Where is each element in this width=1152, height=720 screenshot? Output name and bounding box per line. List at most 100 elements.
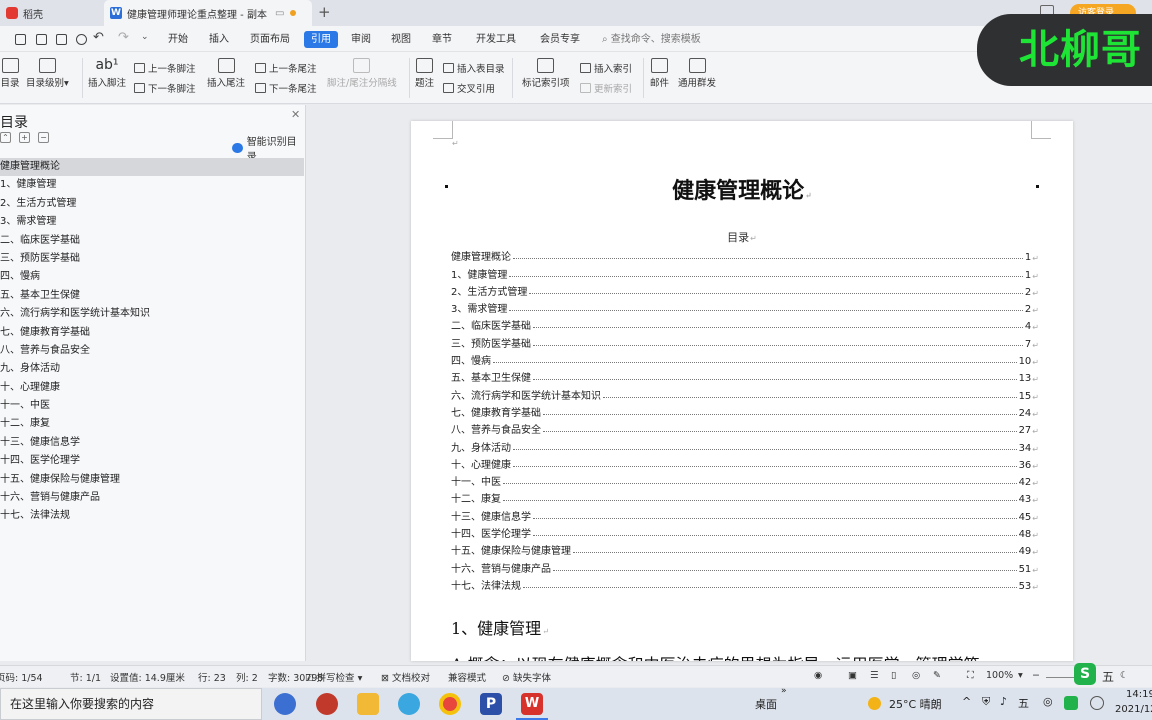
tab-review[interactable]: 审阅 (351, 31, 371, 48)
nav-item[interactable]: 十一、中医 (0, 397, 304, 415)
toc-entry[interactable]: 八、营养与食品安全 27 ↵ (451, 419, 1039, 436)
security-shield-icon[interactable]: ⛨ (982, 695, 990, 709)
missing-font-button[interactable]: ⊘ 缺失字体 (502, 670, 551, 684)
document-title[interactable]: 健康管理概论↵ (411, 173, 1073, 205)
mail-merge-button[interactable]: 通用群发 (678, 58, 716, 89)
command-search[interactable]: ⌕ 查找命令、搜索模板 (602, 31, 701, 48)
weather-text[interactable]: 25°C 晴朗 (889, 696, 942, 712)
zoom-level[interactable]: 100% (986, 670, 1013, 681)
new-tab-icon[interactable]: + (318, 3, 331, 21)
zoom-out-icon[interactable]: − (1032, 670, 1040, 681)
next-footnote-button[interactable]: 下一条脚注 (134, 81, 196, 95)
heading-1[interactable]: 1、健康管理↵ (451, 615, 549, 639)
nav-item[interactable]: 1、健康管理 (0, 176, 304, 194)
update-index-button[interactable]: 更新索引 (580, 81, 632, 95)
nav-item[interactable]: 二、临床医学基础 (0, 232, 304, 250)
print-icon[interactable] (56, 34, 67, 45)
write-mode-icon[interactable]: ✎ (933, 670, 941, 681)
nav-item[interactable]: 十二、康复 (0, 415, 304, 433)
clock-date[interactable]: 2021/12 (1115, 704, 1152, 715)
chrome-icon[interactable] (439, 693, 461, 715)
toc-entry[interactable]: 十五、健康保险与健康管理 49 ↵ (451, 540, 1039, 557)
tab-docer[interactable]: 稻壳 (0, 0, 102, 26)
browser-app-icon[interactable] (398, 693, 420, 715)
toc-entry[interactable]: 十三、健康信息学 45 ↵ (451, 505, 1039, 523)
fit-page-icon[interactable]: ⛶ (967, 670, 974, 681)
screen-icon[interactable]: ▭ (275, 8, 284, 19)
nav-item[interactable]: 八、营养与食品安全 (0, 342, 304, 360)
insert-table-of-figures-button[interactable]: 插入表目录 (443, 61, 505, 75)
toc-heading[interactable]: 目录↵ (411, 229, 1073, 245)
toc-entry[interactable]: 十、心理健康 36 ↵ (451, 454, 1039, 471)
nav-item[interactable]: 十七、法律法规 (0, 507, 304, 525)
nav-item[interactable]: 健康管理概论 (0, 158, 304, 177)
nav-item[interactable]: 十五、健康保险与健康管理 (0, 471, 304, 489)
prev-endnote-button[interactable]: 上一条尾注 (255, 61, 317, 75)
nav-item[interactable]: 2、生活方式管理 (0, 195, 304, 213)
toc-entry[interactable]: 健康管理概论 1 ↵ (451, 246, 1039, 263)
toc-entry[interactable]: 四、慢病 10 ↵ (451, 350, 1039, 367)
nav-item[interactable]: 十三、健康信息学 (0, 434, 304, 452)
nav-item[interactable]: 七、健康教育学基础 (0, 324, 304, 342)
nav-item[interactable]: 三、预防医学基础 (0, 250, 304, 268)
open-file-icon[interactable] (36, 34, 47, 45)
toc-entry[interactable]: 十一、中医 42 ↵ (451, 471, 1039, 488)
insert-index-button[interactable]: 插入索引 (580, 61, 632, 75)
tab-home[interactable]: 开始 (168, 31, 188, 48)
toc-entry[interactable]: 3、需求管理 2 ↵ (451, 298, 1039, 315)
toc-entry[interactable]: 二、临床医学基础 4 ↵ (451, 315, 1039, 332)
ime-s-logo-icon[interactable]: S (1074, 663, 1096, 685)
collapse-icon[interactable]: − (38, 132, 49, 143)
mark-index-entry-button[interactable]: 标记索引项 (522, 58, 570, 89)
outline-view-icon[interactable]: ☰ (870, 670, 879, 681)
toc-entry[interactable]: 七、健康教育学基础 24 ↵ (451, 402, 1039, 419)
tab-developer[interactable]: 开发工具 (476, 31, 516, 48)
clock-time[interactable]: 14:19 (1126, 689, 1152, 700)
nav-item[interactable]: 六、流行病学和医学统计基本知识 (0, 305, 304, 323)
nav-item[interactable]: 九、身体活动 (0, 360, 304, 378)
page-indicator[interactable]: 页码: 1/54 (0, 670, 43, 684)
caption-button[interactable]: 题注 (415, 58, 434, 89)
tab-view[interactable]: 视图 (391, 31, 411, 48)
file-explorer-icon[interactable] (357, 693, 379, 715)
ime-tray-icon[interactable] (1064, 696, 1078, 710)
desktop-toolbar[interactable]: 桌面 (755, 696, 777, 712)
toc-entry[interactable]: 十六、营销与健康产品 51 ↵ (451, 557, 1039, 575)
toc-button[interactable]: 目录 (0, 58, 22, 89)
media-app-icon[interactable] (316, 693, 338, 715)
ime-mode[interactable]: 五 (1102, 668, 1114, 685)
spell-check-button[interactable]: ☑ 拼写检查 ▾ (305, 670, 362, 684)
new-file-icon[interactable] (15, 34, 26, 45)
redo-icon[interactable]: ↷ (118, 30, 129, 45)
wechat-tray-icon[interactable]: ◎ (1043, 695, 1053, 708)
wps-app-icon[interactable]: W (521, 693, 543, 715)
toc-level-button[interactable]: 目录级别▾ (26, 58, 69, 89)
preview-icon[interactable] (76, 34, 87, 45)
chevron-up-icon[interactable]: ^ (962, 695, 971, 708)
prev-footnote-button[interactable]: 上一条脚注 (134, 61, 196, 75)
chevron-down-icon[interactable]: ⌄ (141, 32, 149, 42)
close-icon[interactable]: ✕ (291, 108, 300, 121)
toc-entry[interactable]: 十二、康复 43 ↵ (451, 488, 1039, 505)
taskbar-search-input[interactable]: 在这里输入你要搜索的内容 (0, 688, 262, 720)
cross-reference-button[interactable]: 交叉引用 (443, 81, 495, 95)
edge-app-icon[interactable] (274, 693, 296, 715)
moon-icon[interactable]: ☾ (1120, 670, 1129, 681)
nav-item[interactable]: 十四、医学伦理学 (0, 452, 304, 470)
toc-entry[interactable]: 2、生活方式管理 2 ↵ (451, 281, 1039, 298)
tab-member[interactable]: 会员专享 (540, 31, 580, 48)
chevron-double-right-icon[interactable]: » (781, 686, 787, 696)
pdf-app-icon[interactable]: P (480, 693, 502, 715)
tab-chapter[interactable]: 章节 (432, 31, 452, 48)
insert-footnote-button[interactable]: ab¹ 插入脚注 (88, 58, 126, 90)
body-paragraph[interactable]: A.概念：以现在健康概念和中医治未病的思想为指导，运用医学、管理学等 (451, 651, 980, 661)
web-view-icon[interactable]: ◎ (912, 670, 920, 681)
footnote-separator-button[interactable]: 脚注/尾注分隔线 (327, 58, 397, 89)
speaker-icon[interactable]: ♪ (1000, 695, 1007, 708)
collapse-all-icon[interactable]: ⌃ (0, 132, 11, 143)
chevron-down-icon[interactable]: ▾ (1018, 670, 1023, 681)
nav-item[interactable]: 3、需求管理 (0, 213, 304, 231)
toc-entry[interactable]: 九、身体活动 34 ↵ (451, 436, 1039, 454)
mail-button[interactable]: 邮件 (650, 58, 669, 89)
nav-item[interactable]: 四、慢病 (0, 268, 304, 286)
